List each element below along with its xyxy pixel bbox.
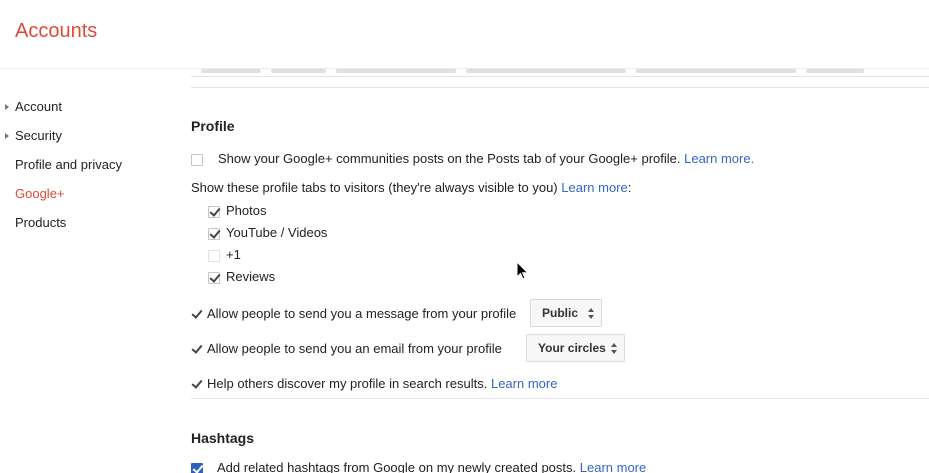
search-discovery-option: Help others discover my profile in searc… xyxy=(191,376,557,392)
profile-tabs-intro-suffix: : xyxy=(627,180,632,195)
youtube-videos-tab-checkbox[interactable] xyxy=(208,227,220,240)
email-checkbox[interactable] xyxy=(191,343,203,356)
settings-main: Profile Show your Google+ communities po… xyxy=(191,69,929,473)
triangle-right-icon xyxy=(5,133,9,139)
hashtags-learn-more-link[interactable]: Learn more xyxy=(580,460,646,473)
search-discovery-checkbox[interactable] xyxy=(191,378,203,391)
related-hashtags-checkbox[interactable] xyxy=(191,462,203,473)
profile-tab-label: YouTube / Videos xyxy=(226,225,328,240)
up-down-arrows-icon xyxy=(588,308,595,319)
sidebar-item-account[interactable]: Account xyxy=(0,97,170,126)
divider xyxy=(191,76,929,77)
search-learn-more-link[interactable]: Learn more xyxy=(491,376,557,391)
photos-tab-checkbox[interactable] xyxy=(208,205,220,218)
message-audience-value: Public xyxy=(542,306,579,320)
email-label: Allow people to send you an email from y… xyxy=(207,341,502,356)
divider xyxy=(191,87,929,88)
sidebar: Account Security Profile and privacy Goo… xyxy=(0,97,170,242)
reviews-tab-checkbox[interactable] xyxy=(208,271,220,284)
plus-one-tab-checkbox[interactable] xyxy=(208,249,220,262)
related-hashtags-label: Add related hashtags from Google on my n… xyxy=(217,460,577,473)
related-hashtags-option: Add related hashtags from Google on my n… xyxy=(191,460,646,473)
section-title-profile: Profile xyxy=(191,118,235,134)
message-label: Allow people to send you a message from … xyxy=(207,306,517,321)
profile-tab-plus-one: +1 xyxy=(208,247,241,263)
communities-posts-option: Show your Google+ communities posts on t… xyxy=(191,151,754,167)
sidebar-item-security[interactable]: Security xyxy=(0,126,170,155)
email-option: Allow people to send you an email from y… xyxy=(191,341,502,357)
communities-learn-more-link[interactable]: Learn more. xyxy=(684,151,754,166)
triangle-right-icon xyxy=(5,104,9,110)
message-option: Allow people to send you a message from … xyxy=(191,306,516,322)
profile-tab-label: +1 xyxy=(226,247,241,262)
communities-posts-checkbox[interactable] xyxy=(191,153,203,166)
profile-tabs-intro-text: Show these profile tabs to visitors (the… xyxy=(191,180,558,195)
email-audience-select[interactable]: Your circles xyxy=(526,334,625,362)
message-audience-select[interactable]: Public xyxy=(530,299,602,327)
up-down-arrows-icon xyxy=(611,343,618,354)
sidebar-item-products[interactable]: Products xyxy=(0,213,170,242)
sidebar-item-label: Products xyxy=(15,215,67,230)
profile-tab-reviews: Reviews xyxy=(208,269,275,285)
profile-tab-label: Photos xyxy=(226,203,267,218)
profile-tabs-learn-more-link[interactable]: Learn more xyxy=(561,180,627,195)
email-audience-value: Your circles xyxy=(538,341,606,355)
search-discovery-label: Help others discover my profile in searc… xyxy=(207,376,488,391)
profile-tab-label: Reviews xyxy=(226,269,276,284)
sidebar-item-label: Account xyxy=(15,99,62,114)
communities-posts-label: Show your Google+ communities posts on t… xyxy=(218,151,681,166)
sidebar-item-google-plus[interactable]: Google+ xyxy=(0,184,170,213)
sidebar-item-profile-and-privacy[interactable]: Profile and privacy xyxy=(0,155,170,184)
mouse-pointer-icon xyxy=(516,261,529,280)
sidebar-item-label: Security xyxy=(15,128,62,143)
divider xyxy=(191,398,929,399)
profile-tab-youtube-videos: YouTube / Videos xyxy=(208,225,327,241)
profile-tabs-intro: Show these profile tabs to visitors (the… xyxy=(191,180,631,196)
profile-tab-photos: Photos xyxy=(208,203,266,219)
sidebar-item-label: Google+ xyxy=(15,186,65,201)
sidebar-item-label: Profile and privacy xyxy=(15,157,122,172)
section-title-hashtags: Hashtags xyxy=(191,430,255,446)
app-title: Accounts xyxy=(15,20,98,42)
message-checkbox[interactable] xyxy=(191,308,203,321)
scrolled-off-row xyxy=(191,69,929,76)
